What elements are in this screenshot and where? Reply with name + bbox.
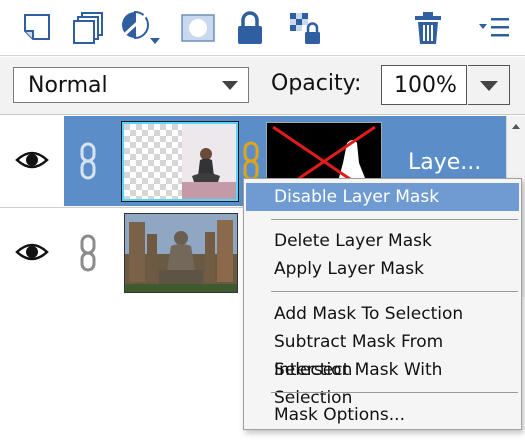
trash-icon: [415, 12, 441, 44]
layer-stack-icon: [73, 12, 103, 44]
eye-icon[interactable]: [15, 238, 49, 266]
mask-link-icon[interactable]: [243, 141, 259, 181]
blend-mode-select[interactable]: Normal: [13, 67, 249, 103]
chevron-down-icon: [222, 81, 238, 90]
opacity-input[interactable]: 100%: [381, 65, 467, 105]
menu-item-mask-options[interactable]: Mask Options...: [246, 401, 519, 429]
yoga-photo-thumbnail: [124, 124, 236, 199]
temple-photo-thumbnail: [125, 214, 237, 292]
add-mask-button[interactable]: [174, 6, 222, 50]
panel-menu-button[interactable]: [470, 6, 518, 50]
layer-thumbnail[interactable]: [121, 121, 239, 202]
eye-icon[interactable]: [15, 146, 49, 174]
layer-mask-icon: [181, 14, 215, 42]
chevron-down-icon: [480, 81, 498, 91]
layers-toolbar: [0, 0, 525, 56]
delete-layer-button[interactable]: [404, 6, 452, 50]
layer-controls: Normal Opacity: 100%: [0, 57, 525, 115]
opacity-dropdown-button[interactable]: [468, 65, 510, 105]
lock-layer-button[interactable]: [226, 6, 274, 50]
lock-transparency-icon: [290, 13, 320, 44]
menu-divider: [271, 291, 518, 292]
menu-item-add-mask-to-selection[interactable]: Add Mask To Selection: [246, 300, 519, 328]
mask-context-menu: Disable Layer Mask Delete Layer Mask App…: [243, 178, 522, 430]
opacity-value: 100%: [394, 72, 457, 98]
adjustment-layer-button[interactable]: [118, 6, 166, 50]
menu-item-disable-layer-mask[interactable]: Disable Layer Mask: [246, 183, 519, 211]
menu-item-delete-layer-mask[interactable]: Delete Layer Mask: [246, 227, 519, 255]
blend-mode-value: Normal: [28, 72, 108, 98]
layer-name: Laye...: [408, 150, 482, 175]
fill-adjustment-icon: [121, 10, 160, 44]
new-layer-icon: [24, 14, 50, 40]
menu-item-apply-layer-mask[interactable]: Apply Layer Mask: [246, 255, 519, 283]
layer-group-button[interactable]: [64, 6, 112, 50]
opacity-label: Opacity:: [271, 71, 362, 96]
link-icon[interactable]: [78, 142, 98, 180]
lock-transparency-button[interactable]: [280, 6, 328, 50]
menu-item-intersect-mask-with-selection[interactable]: Intersect Mask With Selection: [246, 356, 519, 408]
lock-icon: [238, 11, 262, 44]
link-icon[interactable]: [78, 234, 98, 272]
layer-thumbnail[interactable]: [124, 213, 238, 293]
menu-divider: [271, 219, 518, 220]
menu-divider: [271, 392, 518, 393]
new-layer-button[interactable]: [12, 6, 60, 50]
scroll-up-icon[interactable]: [512, 124, 520, 129]
menu-item-subtract-mask-from-selection[interactable]: Subtract Mask From Selection: [246, 328, 519, 380]
panel-menu-icon: [479, 18, 509, 37]
